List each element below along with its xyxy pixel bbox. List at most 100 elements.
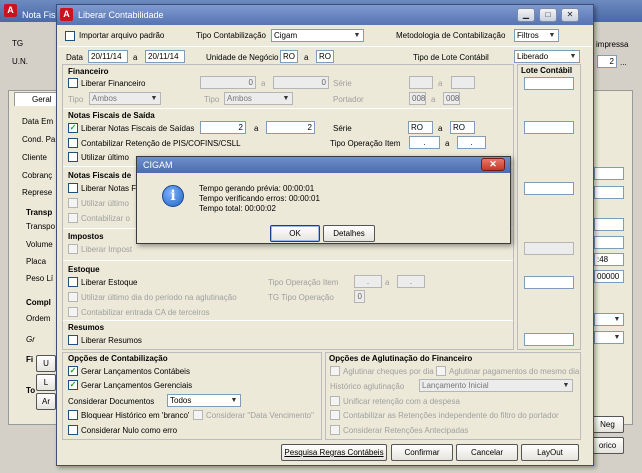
cigam-logo-icon: A <box>4 4 17 17</box>
nf-saida-fim-input[interactable]: 2 <box>266 121 315 134</box>
dialog-minimize-icon[interactable]: ▁ <box>517 8 535 22</box>
liberar-nf-saida-checkbox[interactable]: ✓ <box>68 123 78 133</box>
dialog-maximize-icon[interactable]: □ <box>539 8 557 22</box>
bg-transp-0: Transpo <box>26 222 56 231</box>
nf-entrada-heading: Notas Fiscais de <box>68 171 132 180</box>
liberar-impostos-checkbox[interactable] <box>68 244 78 254</box>
bloquear-historico-checkbox[interactable] <box>68 410 78 420</box>
considerar-docs-select[interactable]: Todos ▼ <box>167 394 241 407</box>
data-inicio-input[interactable]: 20/11/14 <box>88 50 128 63</box>
nf-saida-serie-inicio-input[interactable]: RO <box>408 121 433 134</box>
financeiro-tipo-select[interactable]: Ambos ▼ <box>89 92 161 105</box>
bg-label-impressa: impressa <box>596 40 629 49</box>
bg-right-input-3[interactable] <box>594 218 624 231</box>
bloquear-historico-label: Bloquear Histórico em 'branco' <box>81 411 190 420</box>
liberar-nf-saida-label: Liberar Notas Fiscais de Saídas <box>81 124 195 133</box>
confirmar-button[interactable]: Confirmar <box>391 444 453 461</box>
lote-impostos-input[interactable] <box>524 242 574 255</box>
portador-fim-input[interactable]: 008 <box>443 92 460 105</box>
layout-button[interactable]: LayOut <box>521 444 579 461</box>
bg-tab-geral[interactable]: Geral <box>14 92 58 106</box>
estoque-tipo-op-inicio-input[interactable]: . <box>354 275 382 288</box>
estoque-tg-tipo-input[interactable]: 0 <box>354 290 365 303</box>
financeiro-serie-fim-input[interactable] <box>451 76 475 89</box>
aglut-pagtos-checkbox[interactable] <box>436 366 446 376</box>
importar-checkbox[interactable] <box>65 31 75 41</box>
nf-saida-tipo-op-fim-input[interactable]: . <box>457 136 486 149</box>
nf-saida-utilizar-checkbox[interactable] <box>68 152 78 162</box>
historico-aglut-select[interactable]: Lançamento Inicial ▼ <box>419 379 573 392</box>
nf-entrada-utilizar-checkbox[interactable] <box>68 198 78 208</box>
lote-contabil-group <box>517 64 581 350</box>
data-fim-input[interactable]: 20/11/14 <box>145 50 185 63</box>
estoque-utilizar-checkbox[interactable] <box>68 292 78 302</box>
message-titlebar: CIGAM ✕ <box>137 157 510 173</box>
nf-saida-tipo-op-inicio-input[interactable]: . <box>409 136 440 149</box>
estoque-tipo-op-fim-input[interactable]: . <box>397 275 425 288</box>
bg-side-button-ar[interactable]: Ar <box>36 393 56 410</box>
bg-orico-button[interactable]: orico <box>591 437 624 454</box>
financeiro-serie-inicio-input[interactable] <box>409 76 433 89</box>
metodologia-select[interactable]: Filtros ▼ <box>514 29 559 42</box>
contab-retencoes-label: Contabilizar as Retenções independente d… <box>343 411 559 420</box>
bg-ellipsis[interactable]: ... <box>620 58 627 68</box>
bg-side-button-u[interactable]: U <box>36 355 56 372</box>
lote-estoque-input[interactable] <box>524 276 574 289</box>
tipo-lote-select[interactable]: Liberado ▼ <box>514 50 580 63</box>
nf-saida-serie-a-label: a <box>438 124 443 133</box>
portador-inicio-input[interactable]: 008 <box>409 92 426 105</box>
bg-transp-2: Placa <box>26 257 47 266</box>
bg-fi: Fi <box>26 355 34 364</box>
nf-saida-tipo-op-label: Tipo Operação Item <box>330 139 401 148</box>
data-vencimento-checkbox[interactable] <box>193 410 203 420</box>
bg-right-input-time[interactable]: :48 <box>594 253 624 266</box>
gerar-gerenciais-checkbox[interactable]: ✓ <box>68 380 78 390</box>
bg-right-input-4[interactable] <box>594 236 624 249</box>
bg-right-input-1[interactable] <box>594 167 624 180</box>
bg-right-input-num[interactable]: 00000 <box>594 270 624 283</box>
aglut-cheques-checkbox[interactable] <box>330 366 340 376</box>
unificar-retencao-checkbox[interactable] <box>330 396 340 406</box>
dialog-titlebar: A Liberar Contabilidade ▁ □ ✕ <box>57 5 593 25</box>
nf-entrada-contab-checkbox[interactable] <box>68 213 78 223</box>
lote-nf-saida-input[interactable] <box>524 121 574 134</box>
lote-nf-entrada-input[interactable] <box>524 182 574 195</box>
message-line-2: Tempo verificando erros: 00:00:01 <box>199 194 320 203</box>
unidade-fim-input[interactable]: RO <box>316 50 334 63</box>
chevron-down-icon: ▼ <box>548 32 556 39</box>
bg-right-select-2[interactable]: ▼ <box>594 331 624 344</box>
liberar-nf-entrada-checkbox[interactable] <box>68 183 78 193</box>
pis-cofins-checkbox[interactable] <box>68 138 78 148</box>
retencoes-antecipadas-checkbox[interactable] <box>330 425 340 435</box>
message-close-icon[interactable]: ✕ <box>481 158 505 171</box>
financeiro-tipo2-select[interactable]: Ambos ▼ <box>224 92 293 105</box>
unidade-inicio-input[interactable]: RO <box>280 50 298 63</box>
nf-saida-inicio-input[interactable]: 2 <box>200 121 246 134</box>
bg-side-button-l[interactable]: L <box>36 374 56 391</box>
financeiro-fim-input[interactable]: 0 <box>273 76 329 89</box>
dialog-close-icon[interactable]: ✕ <box>561 8 579 22</box>
bg-input-2[interactable]: 2 <box>597 55 617 68</box>
message-ok-button[interactable]: OK <box>270 225 320 242</box>
nulo-erro-checkbox[interactable] <box>68 425 78 435</box>
tipo-contab-select[interactable]: Cigam ▼ <box>271 29 364 42</box>
bg-right-select-1[interactable]: ▼ <box>594 313 624 326</box>
lote-financeiro-input[interactable] <box>524 77 574 90</box>
gerar-contabeis-checkbox[interactable]: ✓ <box>68 366 78 376</box>
opcoes-contab-heading: Opções de Contabilização <box>68 354 168 363</box>
pesquisa-regras-button[interactable]: Pesquisa Regras Contábeis <box>281 444 387 461</box>
chevron-down-icon: ▼ <box>282 95 290 102</box>
separator <box>63 108 513 109</box>
financeiro-inicio-input[interactable]: 0 <box>200 76 256 89</box>
estoque-contab-ca-checkbox[interactable] <box>68 307 78 317</box>
liberar-resumos-checkbox[interactable] <box>68 335 78 345</box>
liberar-estoque-checkbox[interactable] <box>68 277 78 287</box>
bg-neg-button[interactable]: Neg <box>591 416 624 433</box>
liberar-financeiro-checkbox[interactable] <box>68 78 78 88</box>
cancelar-button[interactable]: Cancelar <box>456 444 518 461</box>
lote-resumos-input[interactable] <box>524 333 574 346</box>
message-detalhes-button[interactable]: Detalhes <box>323 225 375 242</box>
contab-retencoes-checkbox[interactable] <box>330 410 340 420</box>
bg-right-input-2[interactable] <box>594 186 624 199</box>
nf-saida-serie-fim-input[interactable]: RO <box>450 121 475 134</box>
